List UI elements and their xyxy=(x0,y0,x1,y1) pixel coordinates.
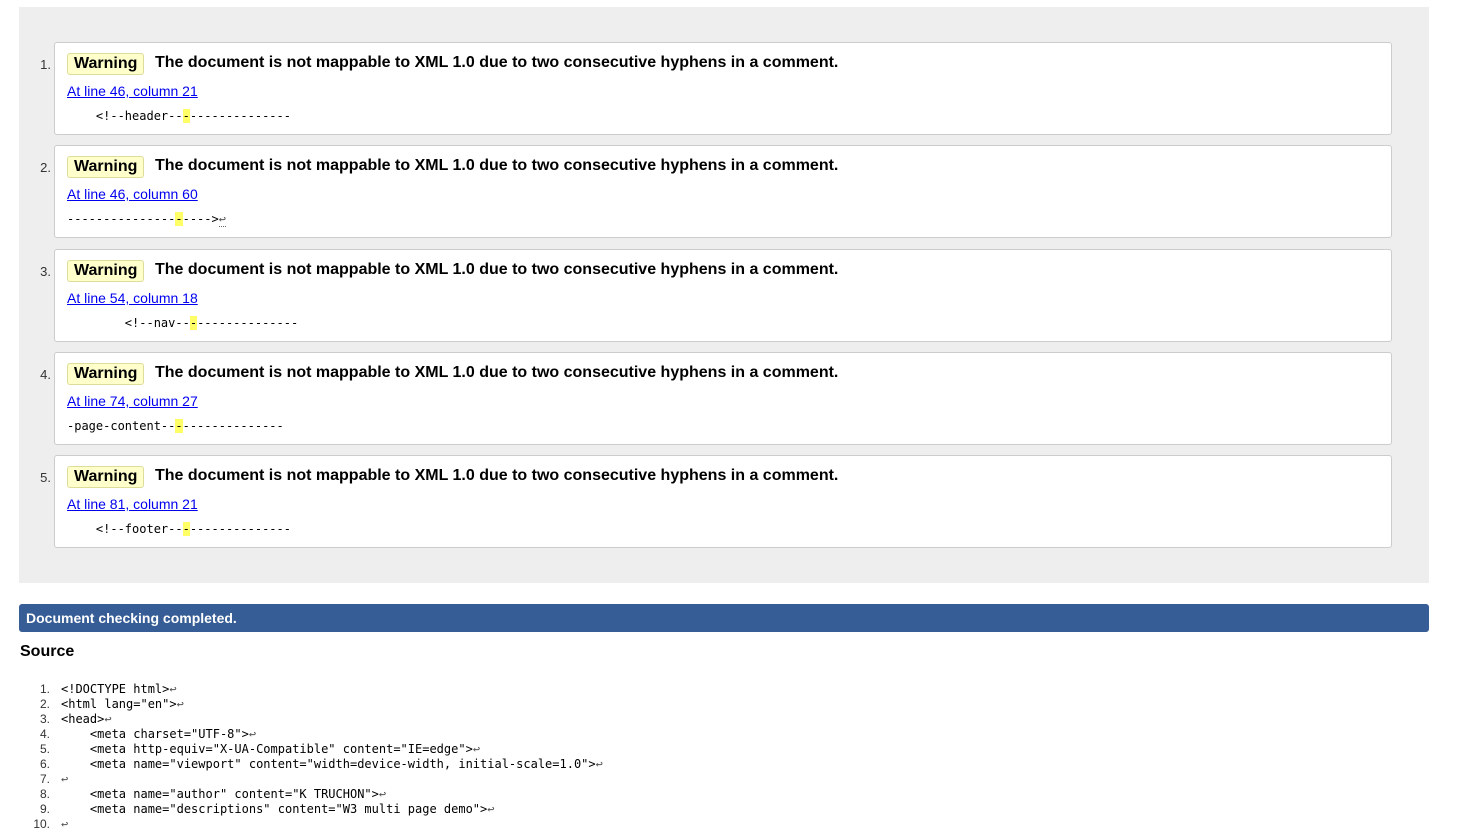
message-text: The document is not mappable to XML 1.0 … xyxy=(155,54,839,71)
extract-before: <!--nav-- xyxy=(67,316,190,330)
line-number: 9. xyxy=(39,802,50,816)
extract-after: -------------- xyxy=(182,419,284,433)
source-line: 8. <meta name="author" content="K TRUCHO… xyxy=(20,787,603,802)
warning-badge: Warning xyxy=(67,466,145,488)
warning-badge: Warning xyxy=(67,363,145,385)
warning-message: Warning The document is not mappable to … xyxy=(54,42,1392,135)
message-number: 3. xyxy=(40,264,51,279)
extract-highlight: - xyxy=(182,109,190,123)
line-end-icon: ↩ xyxy=(104,712,112,726)
line-code: <meta name="descriptions" content="W3 mu… xyxy=(61,802,488,816)
location-link[interactable]: At line 74, column 27 xyxy=(67,393,198,409)
line-number: 4. xyxy=(39,727,50,741)
status-bar: Document checking completed. xyxy=(19,604,1429,632)
line-number: 1. xyxy=(39,682,50,696)
extract-highlight: - xyxy=(189,316,198,330)
extract-before: <!--footer-- xyxy=(67,522,183,536)
source-line: 7. ↩ xyxy=(20,772,603,787)
warning-message: Warning The document is not mappable to … xyxy=(54,249,1392,342)
message-number: 1. xyxy=(40,57,51,72)
line-end-icon: ↩ xyxy=(378,787,387,801)
source-line: 1. <!DOCTYPE html>↩ xyxy=(20,682,603,697)
extract-after: ----> xyxy=(182,212,219,226)
source-line: 5. <meta http-equiv="X-UA-Compatible" co… xyxy=(20,742,603,757)
message-number: 2. xyxy=(40,160,51,175)
message-number: 5. xyxy=(40,470,51,485)
code-extract: <!--header----------------- xyxy=(67,109,291,123)
line-end-icon: ↩ xyxy=(61,817,69,831)
extract-highlight: - xyxy=(175,419,183,433)
message-text: The document is not mappable to XML 1.0 … xyxy=(155,467,839,484)
line-code: <meta name="viewport" content="width=dev… xyxy=(61,757,596,771)
extract-before: <!--header-- xyxy=(67,109,183,123)
source-line: 10. ↩ xyxy=(20,817,603,832)
line-end-icon: ↩ xyxy=(472,742,481,756)
extract-highlight: - xyxy=(175,212,183,226)
extract-highlight: - xyxy=(182,522,190,536)
warning-badge: Warning xyxy=(67,156,145,178)
code-extract: <!--nav----------------- xyxy=(67,316,298,330)
warning-badge: Warning xyxy=(67,260,145,282)
line-code: <meta charset="UTF-8"> xyxy=(61,727,249,741)
line-number: 8. xyxy=(39,787,50,801)
code-extract: -------------------->↩ xyxy=(67,212,226,227)
line-number: 6. xyxy=(39,757,50,771)
code-extract: -page-content----------------- xyxy=(67,419,284,433)
source-line: 4. <meta charset="UTF-8">↩ xyxy=(20,727,603,742)
extract-after: -------------- xyxy=(189,109,291,123)
line-number: 10. xyxy=(33,817,50,831)
line-code: <meta name="author" content="K TRUCHON"> xyxy=(61,787,379,801)
extract-before: -page-content-- xyxy=(67,419,176,433)
extract-after: -------------- xyxy=(189,522,291,536)
line-end-icon: ↩ xyxy=(61,772,69,786)
message-text: The document is not mappable to XML 1.0 … xyxy=(155,364,839,381)
line-end-icon: ↩ xyxy=(218,212,226,227)
message-text: The document is not mappable to XML 1.0 … xyxy=(155,157,839,174)
line-number: 5. xyxy=(39,742,50,756)
extract-after: -------------- xyxy=(197,316,299,330)
line-number: 7. xyxy=(39,772,50,786)
location-link[interactable]: At line 54, column 18 xyxy=(67,290,198,306)
extract-before: --------------- xyxy=(67,212,176,226)
line-number: 3. xyxy=(39,712,50,726)
source-line: 2. <html lang="en">↩ xyxy=(20,697,603,712)
warning-message: Warning The document is not mappable to … xyxy=(54,352,1392,445)
warning-message: Warning The document is not mappable to … xyxy=(54,455,1392,548)
message-number: 4. xyxy=(40,367,51,382)
line-code: <meta http-equiv="X-UA-Compatible" conte… xyxy=(61,742,473,756)
location-link[interactable]: At line 81, column 21 xyxy=(67,496,198,512)
source-line: 6. <meta name="viewport" content="width=… xyxy=(20,757,603,772)
line-end-icon: ↩ xyxy=(595,757,603,771)
line-end-icon: ↩ xyxy=(487,802,495,816)
line-end-icon: ↩ xyxy=(176,697,184,711)
location-link[interactable]: At line 46, column 21 xyxy=(67,83,198,99)
source-line: 9. <meta name="descriptions" content="W3… xyxy=(20,802,603,817)
source-heading: Source xyxy=(20,643,75,660)
line-end-icon: ↩ xyxy=(248,727,257,741)
source-line: 3. <head>↩ xyxy=(20,712,603,727)
warning-badge: Warning xyxy=(67,53,145,75)
source-listing: 1. <!DOCTYPE html>↩ 2. <html lang="en">↩ 3… xyxy=(20,682,603,832)
message-text: The document is not mappable to XML 1.0 … xyxy=(155,261,839,278)
line-code: <head> xyxy=(61,712,105,726)
line-code: <!DOCTYPE html> xyxy=(61,682,170,696)
code-extract: <!--footer----------------- xyxy=(67,522,291,536)
warning-message: Warning The document is not mappable to … xyxy=(54,145,1392,238)
line-number: 2. xyxy=(39,697,50,711)
line-code: <html lang="en"> xyxy=(61,697,177,711)
line-end-icon: ↩ xyxy=(169,682,177,696)
location-link[interactable]: At line 46, column 60 xyxy=(67,186,198,202)
validation-messages-panel: 1. Warning The document is not mappable … xyxy=(19,7,1429,583)
